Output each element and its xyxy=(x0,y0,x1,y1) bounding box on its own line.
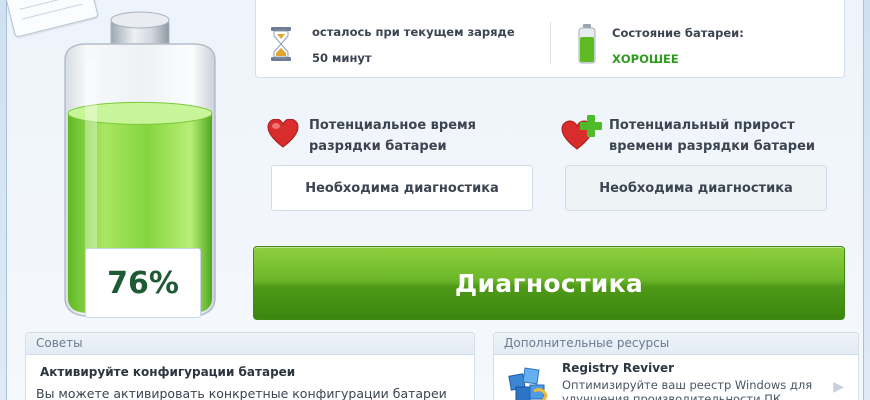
battery-health-label: Состояние батареи: xyxy=(612,26,744,40)
time-left-label: осталось при текущем заряде xyxy=(312,25,515,39)
heart-plus-icon xyxy=(561,115,602,150)
tips-panel: Советы Активируйте конфигурации батареи … xyxy=(25,332,475,400)
app-window: 76% осталось при текущем заряде 50 минут… xyxy=(5,0,864,400)
hourglass-icon xyxy=(271,27,291,61)
potential-time-value: Необходима диагностика xyxy=(271,165,533,211)
resources-header: Дополнительные ресурсы xyxy=(494,333,858,355)
time-left-value: 50 минут xyxy=(312,51,372,65)
potential-gain-value: Необходима диагностика xyxy=(565,165,827,211)
resource-name[interactable]: Registry Reviver xyxy=(562,361,674,375)
battery-percentage: 76% xyxy=(85,248,201,318)
heart-icon xyxy=(267,119,299,148)
potential-gain-card: Потенциальный прирост времени разрядки б… xyxy=(549,105,829,223)
battery-health-value: ХОРОШЕЕ xyxy=(612,52,679,66)
registry-reviver-icon[interactable] xyxy=(506,365,550,400)
tips-header: Советы xyxy=(26,333,474,355)
tips-title[interactable]: Активируйте конфигурации батареи xyxy=(40,365,295,379)
resource-description: Оптимизируйте ваш реестр Windows для улу… xyxy=(562,378,813,400)
tips-text: Вы можете активировать конкретные конфиг… xyxy=(36,386,447,400)
potential-time-title: Потенциальное время разрядки батареи xyxy=(309,118,476,154)
next-resource-arrow-icon[interactable]: ▶ xyxy=(833,379,844,395)
potential-gain-title: Потенциальный прирост времени разрядки б… xyxy=(609,118,816,154)
resources-panel: Дополнительные ресурсы Registry Reviver … xyxy=(493,332,859,400)
status-bar: осталось при текущем заряде 50 минут Сос… xyxy=(255,0,845,78)
potential-time-card: Потенциальное время разрядки батареи Нео… xyxy=(255,105,535,223)
status-divider xyxy=(550,22,551,64)
diagnose-button[interactable]: Диагностика xyxy=(253,246,845,320)
battery-health-icon xyxy=(578,24,596,64)
